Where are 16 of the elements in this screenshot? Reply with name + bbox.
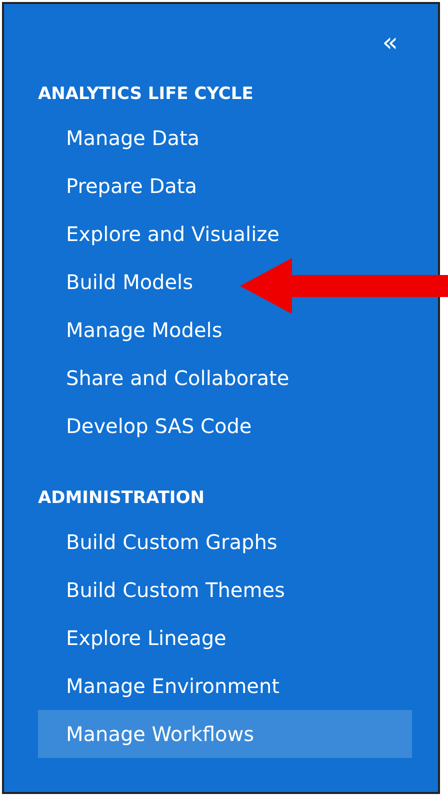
nav-item[interactable]: Develop SAS Code xyxy=(38,402,258,450)
nav-item[interactable]: Manage Data xyxy=(38,114,206,162)
nav-item[interactable]: Manage Environment xyxy=(38,662,286,710)
arrow-icon xyxy=(240,258,448,314)
nav-item[interactable]: Prepare Data xyxy=(38,162,203,210)
nav-item[interactable]: Manage Workflows xyxy=(38,710,412,758)
nav-item[interactable]: Build Custom Graphs xyxy=(38,518,284,566)
nav-item[interactable]: Build Models xyxy=(38,258,200,306)
nav-item[interactable]: Share and Collaborate xyxy=(38,354,296,402)
nav-item[interactable]: Explore and Visualize xyxy=(38,210,286,258)
nav-item[interactable]: Explore Lineage xyxy=(38,614,232,662)
section-heading: ADMINISTRATION xyxy=(37,487,206,510)
nav-item[interactable]: Manage Models xyxy=(38,306,228,354)
nav-item[interactable]: Build Custom Themes xyxy=(38,566,291,614)
collapse-button[interactable]: « xyxy=(378,12,402,74)
section-heading: ANALYTICS LIFE CYCLE xyxy=(37,83,254,106)
